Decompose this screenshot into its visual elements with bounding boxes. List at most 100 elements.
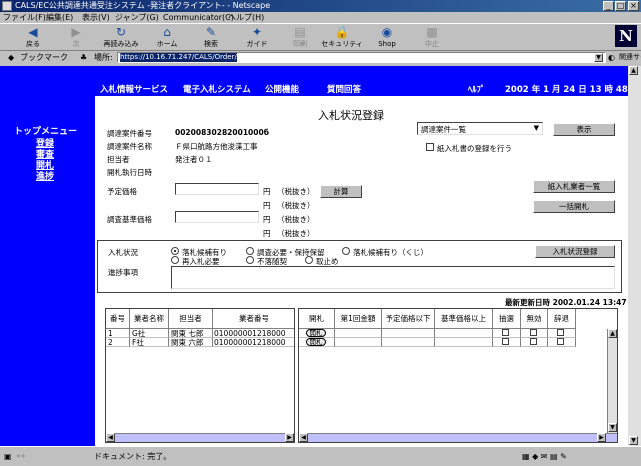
status-radio-winner[interactable] — [171, 247, 179, 255]
menu-edit[interactable]: 編集(E) — [46, 12, 73, 23]
case-list-select[interactable]: 調達案件一覧 ▼ — [417, 122, 543, 135]
main-form: 入札状況登録 調達案件番号 00200830282001000б 調達案件名称 … — [95, 96, 628, 446]
lottery-checkbox[interactable] — [502, 329, 509, 336]
paper-bidder-list-button[interactable]: 紙入札業者一覧 — [533, 180, 615, 193]
planned-price-input[interactable] — [175, 183, 259, 195]
current-datetime: 2002 年 1 月 24 日 13 時 48 分 — [505, 85, 628, 95]
menu-file[interactable]: ファイル(F) — [3, 12, 46, 23]
app-icon — [2, 1, 12, 11]
sidebar-link-progress[interactable]: 進捗 — [36, 169, 54, 182]
scroll-left-icon[interactable]: ◀ — [299, 433, 308, 442]
menu-go[interactable]: ジャンプ(G) — [115, 12, 159, 23]
close-button[interactable]: × — [628, 1, 639, 11]
back-button[interactable]: ◀ 戻る — [12, 26, 54, 51]
base-price-yen: 円 — [263, 215, 271, 224]
security-button[interactable]: 🔒 セキュリティ — [321, 26, 363, 51]
status-radio-lottery-label: 落札候補有り（くじ） — [353, 248, 428, 257]
scroll-right-icon[interactable]: ▶ — [285, 433, 294, 442]
page-scroll-down-icon[interactable]: ▼ — [629, 436, 638, 445]
decline-checkbox[interactable] — [557, 329, 564, 336]
col-header-decline: 辞退 — [548, 309, 576, 329]
location-label: 場所: — [94, 53, 113, 62]
scroll-down-icon[interactable]: ▼ — [608, 423, 617, 432]
status-radio-rebid[interactable] — [171, 256, 179, 264]
base-price-input[interactable] — [175, 211, 259, 223]
minimize-button[interactable]: _ — [603, 1, 614, 11]
nav-public-functions[interactable]: 公開機能 — [265, 83, 299, 95]
menu-communicator[interactable]: Communicator(C) — [163, 12, 234, 23]
status-radio-cancel[interactable] — [305, 256, 313, 264]
search-button[interactable]: ✎ 検索 — [190, 26, 232, 51]
stop-button[interactable]: ▩ 中止 — [411, 26, 453, 51]
menu-view[interactable]: 表示(V) — [82, 12, 110, 23]
nav-bid-info[interactable]: 入札情報サービス — [100, 83, 168, 95]
scroll-up-icon[interactable]: ▲ — [608, 329, 617, 338]
nav-help[interactable]: ﾍﾙﾌﾟ — [468, 83, 485, 95]
print-button[interactable]: ▤ 印刷 — [279, 26, 321, 51]
table-cell: 2 — [106, 338, 130, 347]
bid-status-panel: 入札状況 落札候補有り 調査必要・保持保留 落札候補有り（くじ） 再入札必要 不… — [97, 240, 622, 293]
nav-qa[interactable]: 質問回答 — [327, 83, 361, 95]
progress-label: 進捗事項 — [108, 268, 138, 277]
reload-button[interactable]: ↻ 再読み込み — [100, 26, 142, 51]
lottery-checkbox[interactable] — [502, 338, 509, 345]
scroll-right-icon[interactable]: ▶ — [597, 433, 606, 442]
table-vertical-scrollbar[interactable]: ▲ ▼ — [607, 329, 617, 433]
status-radio-investigate[interactable] — [246, 247, 254, 255]
status-radio-negotiated[interactable] — [246, 256, 254, 264]
paper-bid-checkbox[interactable] — [426, 143, 434, 151]
maximize-button[interactable]: □ — [615, 1, 626, 11]
shop-button[interactable]: ◉ Shop — [366, 26, 408, 51]
security-status-icon: ▣ — [4, 452, 12, 461]
menu-help[interactable]: ヘルプ(H) — [228, 12, 264, 23]
table-cell — [521, 329, 548, 338]
table-cell: G社 — [130, 329, 169, 338]
invalid-checkbox[interactable] — [530, 338, 537, 345]
scroll-left-icon[interactable]: ◀ — [106, 433, 115, 442]
table-row: 開札 — [299, 338, 335, 347]
open-button[interactable]: 開札 — [306, 338, 326, 346]
table-cell — [521, 338, 548, 347]
forward-button[interactable]: ▶ 次 — [55, 26, 97, 51]
planned-price-label: 予定価格 — [107, 187, 137, 196]
calculate-button[interactable]: 計算 — [320, 185, 362, 198]
table-cell — [382, 338, 435, 347]
page-vertical-scrollbar[interactable]: ▲ ▼ — [628, 66, 641, 446]
page-scroll-up-icon[interactable]: ▲ — [629, 66, 638, 75]
printer-icon: ▤ — [294, 25, 306, 39]
window-title: CALS/EC公共調達共通受注システム -発注者クライアント- - Netsca… — [15, 1, 271, 10]
case-name-value: Ｆ県口航路方他浚渫工事 — [175, 142, 258, 151]
location-bar: ◆ ブックマーク ♣ 場所: https://10.16.71.247/CALS… — [0, 51, 641, 64]
related-sites-button[interactable]: 関連サイト — [619, 51, 641, 64]
paper-bid-label: 紙入札書の登録を行う — [437, 144, 512, 153]
home-button[interactable]: ⌂ ホーム — [146, 26, 188, 51]
bulk-open-button[interactable]: 一括開札 — [533, 200, 615, 213]
decline-checkbox[interactable] — [557, 338, 564, 345]
opening-date-label: 開札執行日時 — [107, 168, 152, 177]
url-input[interactable]: https://10.16.71.247/CALS/Order/ — [117, 52, 606, 63]
home-icon: ⌂ — [163, 25, 171, 39]
nav-e-bidding[interactable]: 電子入札システム — [183, 83, 251, 95]
horizontal-scrollbar[interactable]: ◀ ▶ — [299, 433, 617, 442]
bookmark-button[interactable]: ブックマーク — [20, 51, 68, 64]
case-number-value: 00200830282001000б — [175, 128, 269, 137]
horizontal-scrollbar[interactable]: ◀ ▶ — [106, 433, 294, 442]
url-dropdown-button[interactable]: ▼ — [594, 53, 603, 62]
guide-button[interactable]: ✦ ガイド — [236, 26, 278, 51]
bidder-table: 番号 業者名称 担当者 業者番号 1 G社 関東 七郎 010000001218… — [105, 308, 295, 443]
col-header-below-planned: 予定価格以下 — [382, 309, 435, 329]
table-cell: 関東 六郎 — [169, 338, 213, 347]
base-price-tax-2: （税抜き） — [277, 229, 315, 238]
planned-price-yen-2: 円 — [263, 201, 271, 210]
table-cell — [382, 329, 435, 338]
table-cell: 010000001218000 — [213, 329, 294, 338]
open-button[interactable]: 開札 — [306, 329, 326, 337]
progress-textarea[interactable] — [171, 266, 615, 289]
invalid-checkbox[interactable] — [530, 329, 537, 336]
table-cell — [493, 338, 521, 347]
display-button[interactable]: 表示 — [553, 123, 615, 136]
status-radio-lottery[interactable] — [342, 247, 350, 255]
location-icon: ♣ — [80, 53, 88, 62]
status-register-button[interactable]: 入札状況登録 — [535, 245, 615, 258]
table-cell — [493, 329, 521, 338]
